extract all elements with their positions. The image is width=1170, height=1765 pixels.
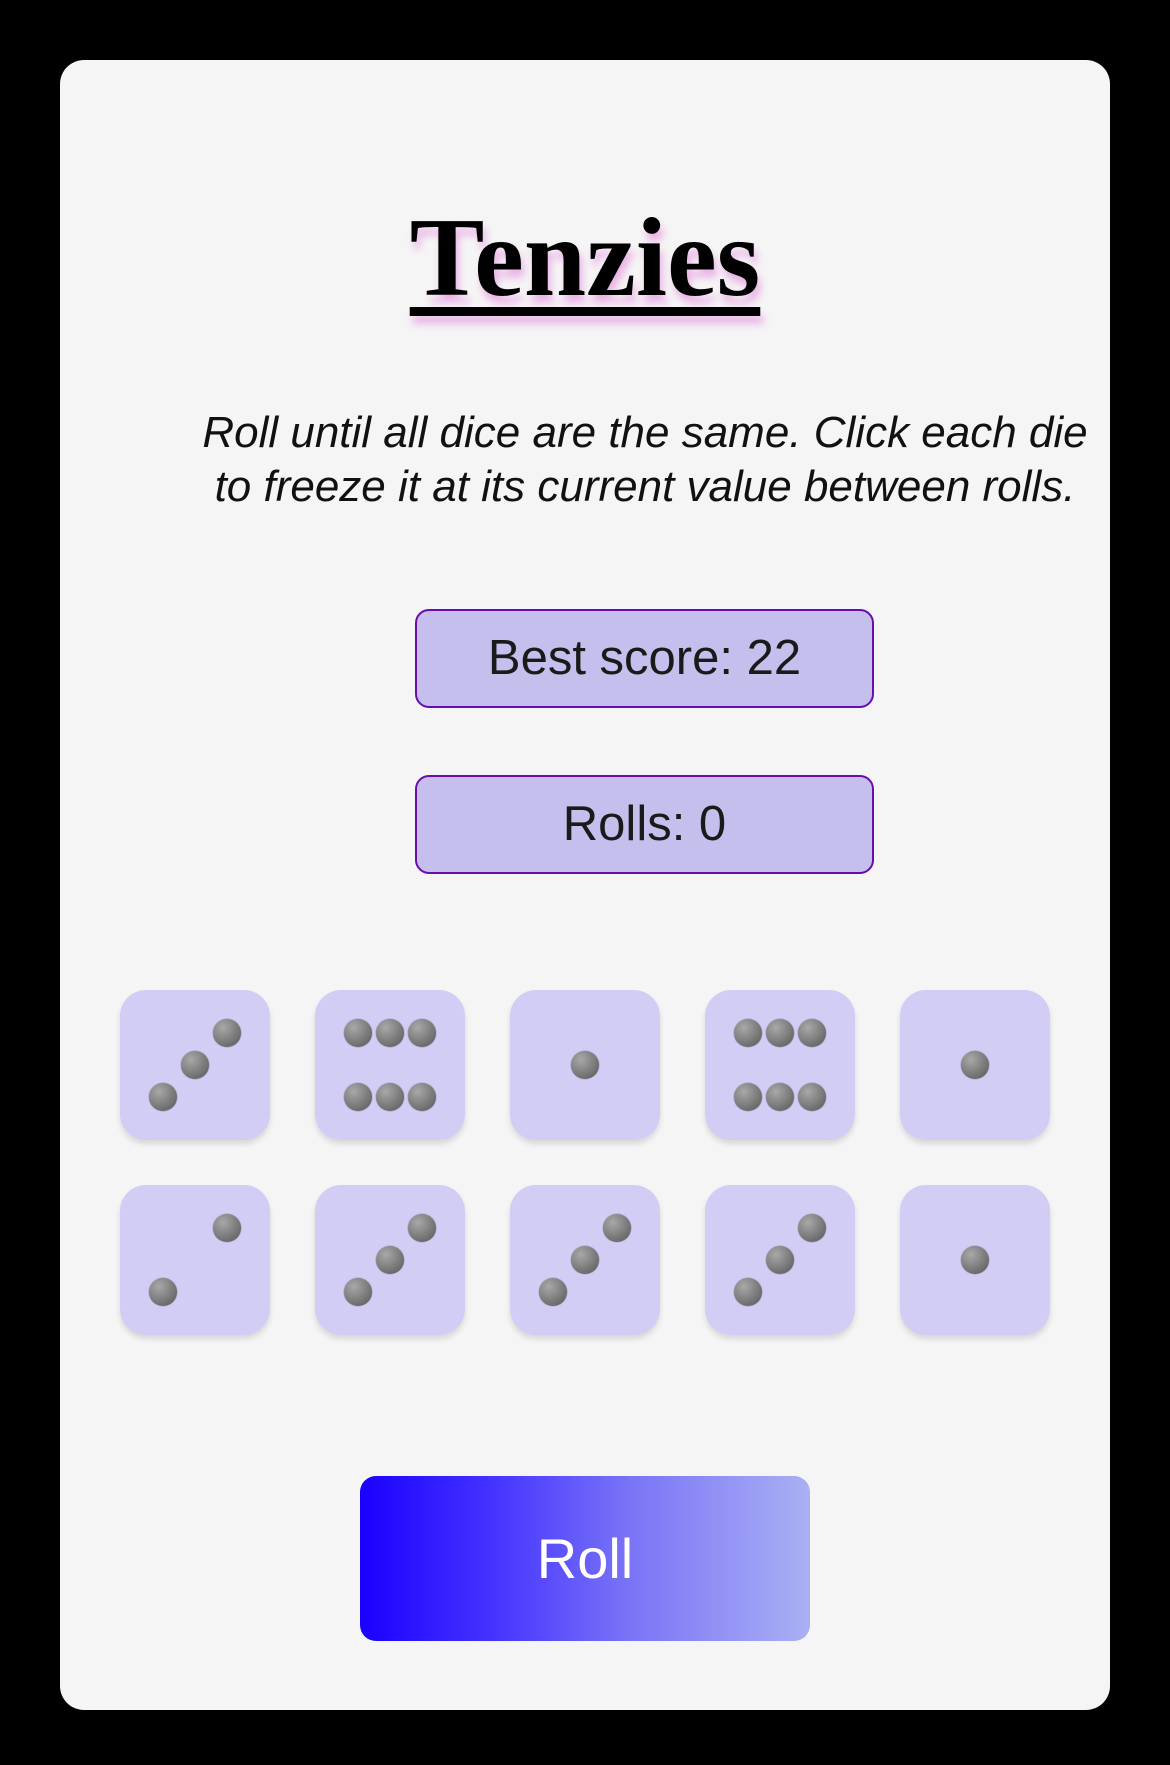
die-5[interactable] <box>900 990 1050 1140</box>
die-pip-icon <box>376 1083 404 1111</box>
die-pip-icon <box>798 1214 826 1242</box>
page-title: Tenzies <box>409 196 761 320</box>
die-pip-icon <box>344 1278 372 1306</box>
die-pip-icon <box>149 1083 177 1111</box>
die-pip-icon <box>766 1019 794 1047</box>
die-pip-icon <box>408 1019 436 1047</box>
die-pip-icon <box>798 1019 826 1047</box>
die-1[interactable] <box>120 990 270 1140</box>
rolls-counter: Rolls: 0 <box>415 775 874 874</box>
die-pip-icon <box>798 1083 826 1111</box>
die-pip-icon <box>734 1083 762 1111</box>
die-pip-icon <box>344 1019 372 1047</box>
die-pip-icon <box>766 1246 794 1274</box>
die-7[interactable] <box>315 1185 465 1335</box>
die-pip-icon <box>376 1246 404 1274</box>
best-score-badge: Best score: 22 <box>415 609 874 708</box>
die-pip-icon <box>213 1019 241 1047</box>
die-pip-icon <box>539 1278 567 1306</box>
instructions-text: Roll until all dice are the same. Click … <box>202 408 1088 511</box>
die-pip-icon <box>961 1051 989 1079</box>
die-10[interactable] <box>900 1185 1050 1335</box>
die-pip-icon <box>408 1214 436 1242</box>
die-pip-icon <box>213 1214 241 1242</box>
die-2[interactable] <box>315 990 465 1140</box>
roll-button[interactable]: Roll <box>360 1476 810 1641</box>
die-pip-icon <box>149 1278 177 1306</box>
die-3[interactable] <box>510 990 660 1140</box>
game-card: Tenzies Roll until all dice are the same… <box>60 60 1110 1710</box>
die-pip-icon <box>734 1278 762 1306</box>
die-pip-icon <box>571 1246 599 1274</box>
die-9[interactable] <box>705 1185 855 1335</box>
die-pip-icon <box>766 1083 794 1111</box>
die-4[interactable] <box>705 990 855 1140</box>
die-8[interactable] <box>510 1185 660 1335</box>
die-pip-icon <box>344 1083 372 1111</box>
die-pip-icon <box>603 1214 631 1242</box>
die-pip-icon <box>181 1051 209 1079</box>
die-pip-icon <box>571 1051 599 1079</box>
die-pip-icon <box>961 1246 989 1274</box>
die-pip-icon <box>408 1083 436 1111</box>
die-6[interactable] <box>120 1185 270 1335</box>
die-pip-icon <box>734 1019 762 1047</box>
die-pip-icon <box>376 1019 404 1047</box>
